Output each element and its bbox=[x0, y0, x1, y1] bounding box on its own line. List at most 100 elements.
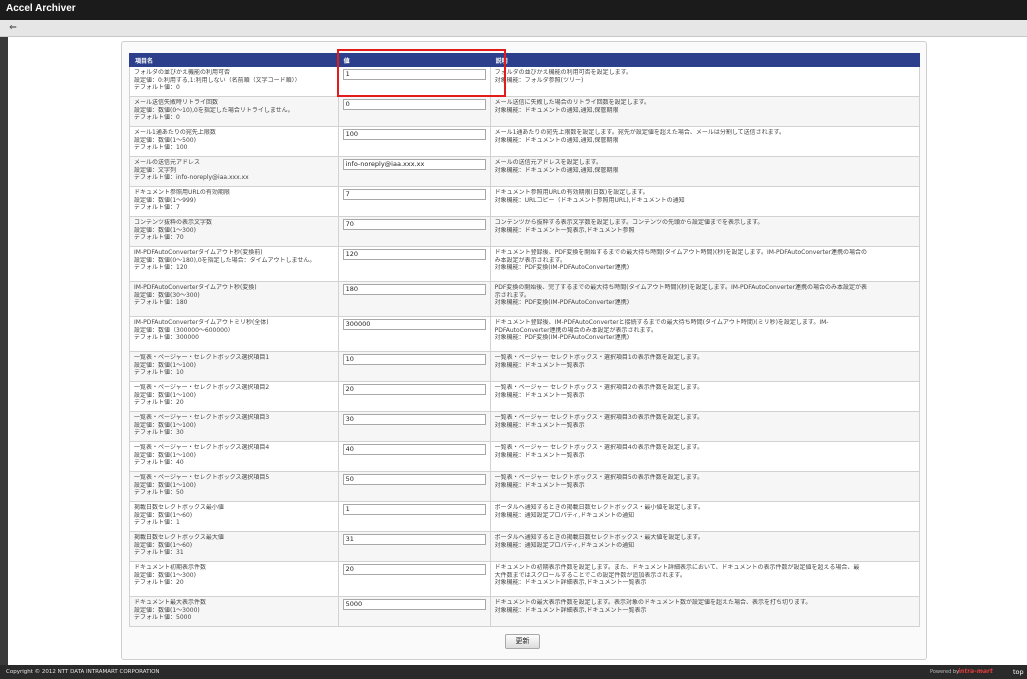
top-link[interactable]: top bbox=[1013, 668, 1024, 676]
setting-value-input[interactable]: info-noreply@iaa.xxx.xx bbox=[342, 159, 486, 170]
setting-value-input[interactable]: 0 bbox=[342, 99, 486, 110]
setting-description-line: メール送信に失敗した場合のリトライ回数を設定します。 bbox=[494, 99, 651, 106]
table-row: 一覧表・ページャー・セレクトボックス選択項目3 設定値：数値(1～100) デフォル… bbox=[129, 411, 921, 442]
setting-value-input[interactable]: 180 bbox=[342, 284, 486, 295]
setting-description-line: 対象機能：ドキュメント一覧表示 bbox=[494, 481, 585, 489]
setting-value-input[interactable]: 1 bbox=[342, 69, 486, 80]
setting-value-input[interactable]: 20 bbox=[342, 564, 486, 575]
setting-name-line: デフォルト値：5000 bbox=[134, 614, 192, 621]
setting-name-line: 設定値：数値(30～300) bbox=[134, 291, 200, 299]
table-row: 一覧表・ページャー・セレクトボックス選択項目5 設定値：数値(1～100) デフォル… bbox=[129, 471, 921, 502]
setting-description-line: ドキュメント参照用URLの有効期限(日数)を設定します。 bbox=[494, 189, 649, 196]
setting-value-input[interactable]: 20 bbox=[342, 384, 486, 395]
setting-description-line: PDFAutoConverter連携の場合のみ本設定が表示されます。 bbox=[494, 326, 657, 334]
setting-description-line: 対象機能：URLコピー（ドキュメント参照用URL),ドキュメントの通知 bbox=[494, 196, 685, 204]
table-row: 掲載日数セレクトボックス最大値 設定値：数値(1～60) デフォルト値：31 31 ポー… bbox=[129, 531, 921, 562]
setting-value-input[interactable]: 70 bbox=[342, 219, 486, 230]
setting-name-line: 設定値：数値(0～10),0を指定した場合リトライしません。 bbox=[134, 106, 294, 114]
setting-name-cell: 一覧表・ページャー・セレクトボックス選択項目3 設定値：数値(1～100) デフォル… bbox=[129, 411, 339, 442]
setting-name-line: 設定値：文字列 bbox=[134, 166, 177, 174]
table-row: ドキュメント参照用URLの有効期限 設定値：数値(1～999) デフォルト値：7 7 ド… bbox=[129, 186, 921, 217]
setting-description-line: ポータルへ通知するときの掲載日数セレクトボックス・最小値を設定します。 bbox=[494, 504, 704, 511]
setting-name-line: 一覧表・ページャー・セレクトボックス選択項目1 bbox=[134, 354, 270, 361]
setting-description-line: 対象機能：ドキュメント一覧表示 bbox=[494, 361, 585, 369]
setting-value-input[interactable]: 1 bbox=[342, 504, 486, 515]
table-row: ドキュメント最大表示件数 設定値：数値(1～3000) デフォルト値：5000 500… bbox=[129, 596, 921, 627]
setting-name-cell: 掲載日数セレクトボックス最小値 設定値：数値(1～60) デフォルト値：1 bbox=[129, 501, 339, 532]
setting-value-input[interactable]: 10 bbox=[342, 354, 486, 365]
setting-value-input[interactable]: 7 bbox=[342, 189, 486, 200]
app-title: Accel Archiver bbox=[6, 3, 76, 14]
setting-name-line: 設定値：数値（300000～600000） bbox=[134, 326, 234, 334]
setting-description-cell: 一覧表・ページャー セレクトボックス・選択項目4の表示件数を設定します。 対象機能… bbox=[489, 441, 921, 472]
setting-name-line: 設定値：数値(1～100) bbox=[134, 361, 196, 369]
setting-description-cell: 一覧表・ページャー セレクトボックス・選択項目1の表示件数を設定します。 対象機能… bbox=[489, 351, 921, 382]
setting-name-line: デフォルト値：30 bbox=[134, 429, 184, 436]
setting-name-line: 設定値：数値(1～60) bbox=[134, 511, 193, 519]
setting-description-cell: メール送信に失敗した場合のリトライ回数を設定します。 対象機能：ドキュメントの通知… bbox=[489, 96, 921, 127]
setting-name-cell: コンテンツ抜粋の表示文字数 設定値：数値(1～300) デフォルト値：70 bbox=[129, 216, 339, 247]
setting-description-cell: ドキュメント参照用URLの有効期限(日数)を設定します。 対象機能：URLコピー（… bbox=[489, 186, 921, 217]
setting-name-line: 設定値：数値(1～60) bbox=[134, 541, 193, 549]
setting-value-cell: info-noreply@iaa.xxx.xx bbox=[337, 156, 491, 187]
powered-by-text: Powered by bbox=[930, 669, 959, 675]
setting-description-line: 一覧表・ページャー セレクトボックス・選択項目5の表示件数を設定します。 bbox=[494, 474, 704, 481]
setting-value-input[interactable]: 120 bbox=[342, 249, 486, 260]
setting-description-line: ドキュメントの最大表示件数を設定します。表示対象のドキュメント数が設定値を超えた… bbox=[494, 599, 812, 606]
setting-name-line: 設定値：数値(1～500) bbox=[134, 136, 196, 144]
setting-name-line: IM-PDFAutoConverterタイムアウトミリ秒(全体) bbox=[134, 319, 269, 326]
setting-name-line: 設定値：数値(1～300) bbox=[134, 226, 196, 234]
setting-name-line: デフォルト値：10 bbox=[134, 369, 184, 376]
setting-description-line: フォルダの並びかえ機能の利用可否を設定します。 bbox=[494, 69, 633, 76]
intra-mart-logo: intra-mart bbox=[958, 668, 993, 675]
setting-description-line: 対象機能：フォルダ参照(ツリー) bbox=[494, 76, 584, 84]
setting-name-cell: フォルダの並びかえ機能の利用可否 設定値：0:利用する,1:利用しない（名前順（文… bbox=[129, 66, 339, 97]
table-row: IM-PDFAutoConverterタイムアウト秒(変換前) 設定値：数値(0～… bbox=[129, 246, 921, 282]
setting-description-line: 対象機能：PDF変換(IM-PDFAutoConverter連携) bbox=[494, 264, 630, 271]
setting-name-cell: メール送信失敗時リトライ回数 設定値：数値(0～10),0を指定した場合リトライし… bbox=[129, 96, 339, 127]
setting-value-cell: 120 bbox=[337, 246, 491, 282]
setting-value-cell: 100 bbox=[337, 126, 491, 157]
setting-value-input[interactable]: 31 bbox=[342, 534, 486, 545]
setting-name-line: デフォルト値：50 bbox=[134, 489, 184, 496]
setting-description-cell: ドキュメントの最大表示件数を設定します。表示対象のドキュメント数が設定値を超えた… bbox=[489, 596, 921, 627]
setting-value-input[interactable]: 40 bbox=[342, 444, 486, 455]
setting-name-line: メール送信失敗時リトライ回数 bbox=[134, 99, 219, 106]
setting-name-line: 一覧表・ページャー・セレクトボックス選択項目4 bbox=[134, 444, 270, 451]
setting-description-cell: 一覧表・ページャー セレクトボックス・選択項目2の表示件数を設定します。 対象機能… bbox=[489, 381, 921, 412]
table-row: 一覧表・ページャー・セレクトボックス選択項目4 設定値：数値(1～100) デフォル… bbox=[129, 441, 921, 472]
setting-name-line: デフォルト値：7 bbox=[134, 204, 180, 211]
title-bar: Accel Archiver bbox=[0, 0, 1027, 20]
setting-name-line: 設定値：数値(1～100) bbox=[134, 481, 196, 489]
setting-description-line: ドキュメント登録後、IM-PDFAutoConverterと接続するまでの最大待… bbox=[494, 319, 829, 326]
setting-description-cell: ドキュメントの初期表示件数を設定します。また、ドキュメント詳細表示において、ドキ… bbox=[489, 561, 921, 597]
setting-value-cell: 1 bbox=[337, 501, 491, 532]
setting-description-line: 一覧表・ページャー セレクトボックス・選択項目1の表示件数を設定します。 bbox=[494, 354, 704, 361]
setting-description-line: 対象機能：ドキュメントの通知,通知,保管期限 bbox=[494, 106, 619, 114]
table-row: メール1通あたりの宛先上限数 設定値：数値(1～500) デフォルト値：100 100… bbox=[129, 126, 921, 157]
setting-name-cell: 一覧表・ページャー・セレクトボックス選択項目2 設定値：数値(1～100) デフォル… bbox=[129, 381, 339, 412]
setting-value-input[interactable]: 50 bbox=[342, 474, 486, 485]
setting-name-line: デフォルト値：120 bbox=[134, 264, 188, 271]
update-button[interactable]: 更新 bbox=[505, 634, 540, 649]
setting-name-line: ドキュメント最大表示件数 bbox=[134, 599, 207, 606]
setting-value-cell: 10 bbox=[337, 351, 491, 382]
table-header-row: 項目名 値 説明 bbox=[129, 53, 921, 67]
back-arrow-icon[interactable]: ⇐ bbox=[6, 22, 20, 34]
setting-value-cell: 70 bbox=[337, 216, 491, 247]
setting-value-input[interactable]: 300000 bbox=[342, 319, 486, 330]
setting-description-line: コンテンツから抜粋する表示文字数を設定します。コンテンツの先頭から設定値までを表… bbox=[494, 219, 764, 226]
table-row: フォルダの並びかえ機能の利用可否 設定値：0:利用する,1:利用しない（名前順（文… bbox=[129, 66, 921, 97]
setting-name-line: ドキュメント参照用URLの有効期限 bbox=[134, 189, 230, 196]
setting-name-cell: IM-PDFAutoConverterタイムアウトミリ秒(全体) 設定値：数値（3… bbox=[129, 316, 339, 352]
setting-value-input[interactable]: 30 bbox=[342, 414, 486, 425]
header-description: 説明 bbox=[489, 53, 921, 67]
setting-name-cell: 掲載日数セレクトボックス最大値 設定値：数値(1～60) デフォルト値：31 bbox=[129, 531, 339, 562]
setting-value-input[interactable]: 5000 bbox=[342, 599, 486, 610]
setting-name-line: デフォルト値：1 bbox=[134, 519, 180, 526]
header-name: 項目名 bbox=[129, 53, 339, 67]
settings-table: 項目名 値 説明 フォルダの並びかえ機能の利用可否 設定値：0:利用する,1:利用… bbox=[129, 53, 921, 627]
setting-description-line: 対象機能：通知設定プロパティ,ドキュメントの通知 bbox=[494, 511, 635, 519]
setting-value-input[interactable]: 100 bbox=[342, 129, 486, 140]
setting-name-cell: ドキュメント参照用URLの有効期限 設定値：数値(1～999) デフォルト値：7 bbox=[129, 186, 339, 217]
